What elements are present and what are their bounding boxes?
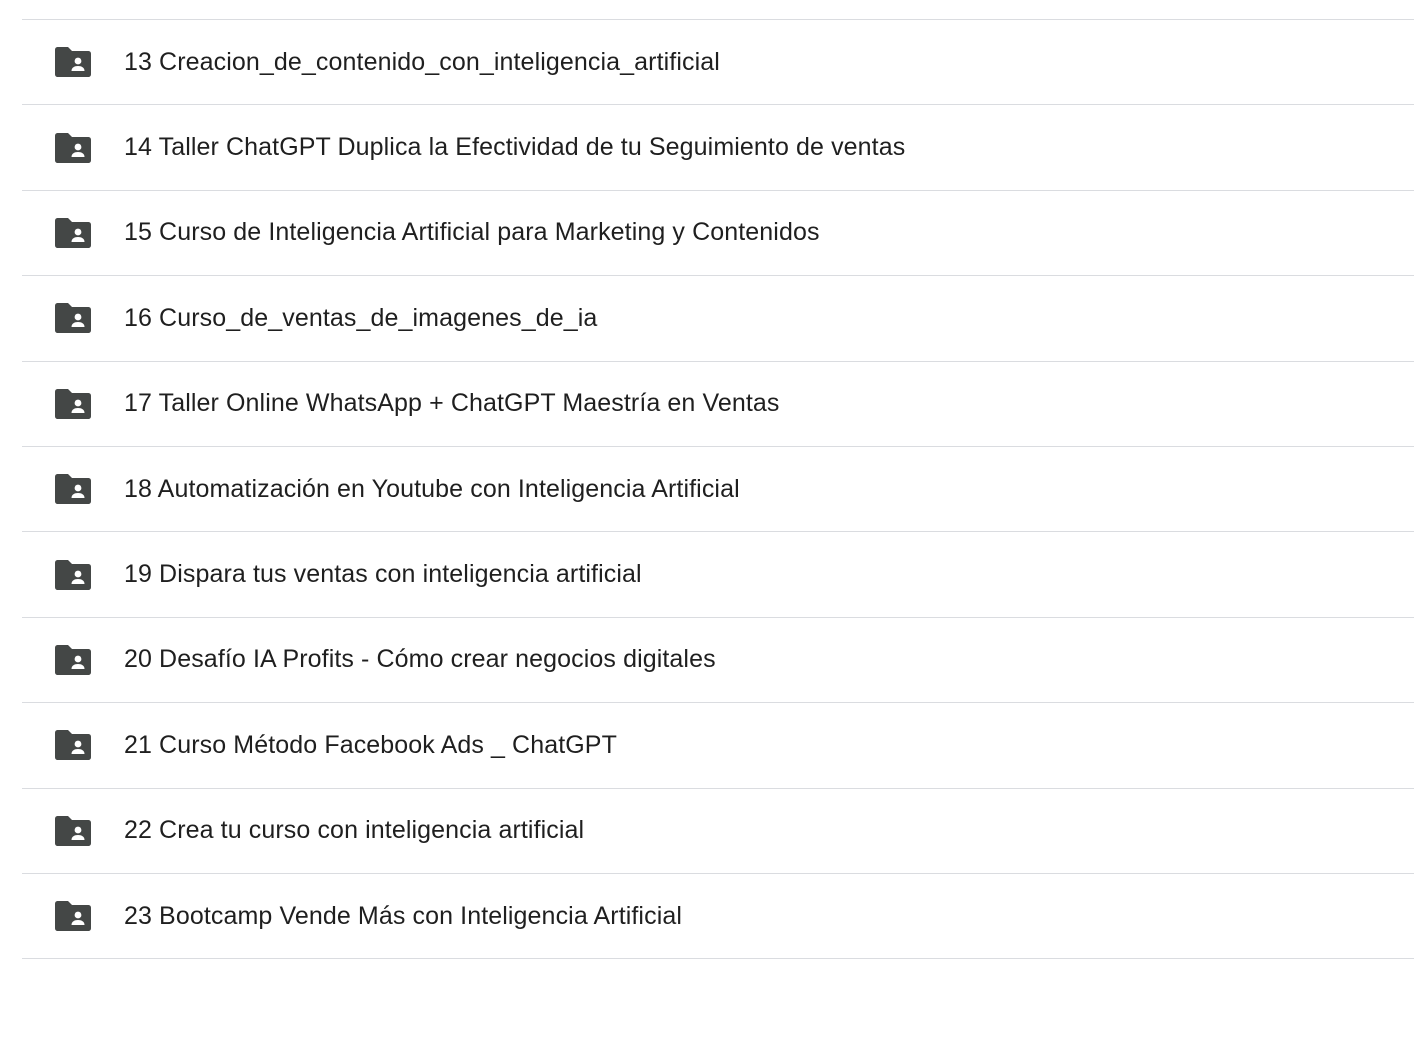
folder-row[interactable]: 22 Crea tu curso con inteligencia artifi… [22,789,1414,874]
folder-name: 16 Curso_de_ventas_de_imagenes_de_ia [124,303,598,332]
shared-folder-icon [54,815,92,847]
shared-folder-icon [54,729,92,761]
folder-name: 19 Dispara tus ventas con inteligencia a… [124,560,642,589]
shared-folder-icon [54,46,92,78]
folder-name: 17 Taller Online WhatsApp + ChatGPT Maes… [124,389,780,418]
folder-row[interactable]: 13 Creacion_de_contenido_con_inteligenci… [22,20,1414,106]
folder-name: 14 Taller ChatGPT Duplica la Efectividad… [124,133,906,162]
shared-folder-icon [54,559,92,591]
folder-name: 13 Creacion_de_contenido_con_inteligenci… [124,47,720,76]
folder-row[interactable]: 14 Taller ChatGPT Duplica la Efectividad… [22,105,1414,191]
folder-name: 20 Desafío IA Profits - Cómo crear negoc… [124,645,716,674]
shared-folder-icon [54,644,92,676]
folder-name: 18 Automatización en Youtube con Intelig… [124,474,740,503]
shared-folder-icon [54,132,92,164]
folder-row[interactable]: 16 Curso_de_ventas_de_imagenes_de_ia [22,276,1414,362]
folder-row[interactable]: 15 Curso de Inteligencia Artificial para… [22,191,1414,277]
folder-name: 23 Bootcamp Vende Más con Inteligencia A… [124,901,683,930]
folder-row[interactable]: 19 Dispara tus ventas con inteligencia a… [22,532,1414,618]
folder-name: 15 Curso de Inteligencia Artificial para… [124,218,820,247]
folder-row[interactable]: 18 Automatización en Youtube con Intelig… [22,447,1414,533]
shared-folder-icon [54,302,92,334]
folder-row[interactable]: 21 Curso Método Facebook Ads _ ChatGPT [22,703,1414,789]
folder-row[interactable]: 23 Bootcamp Vende Más con Inteligencia A… [22,874,1414,960]
folder-name: 22 Crea tu curso con inteligencia artifi… [124,816,585,845]
shared-folder-icon [54,217,92,249]
folder-list: 13 Creacion_de_contenido_con_inteligenci… [22,19,1414,960]
folder-row[interactable]: 20 Desafío IA Profits - Cómo crear negoc… [22,618,1414,704]
folder-name: 21 Curso Método Facebook Ads _ ChatGPT [124,730,617,759]
shared-folder-icon [54,473,92,505]
folder-row[interactable]: 17 Taller Online WhatsApp + ChatGPT Maes… [22,362,1414,447]
shared-folder-icon [54,388,92,420]
shared-folder-icon [54,900,92,932]
